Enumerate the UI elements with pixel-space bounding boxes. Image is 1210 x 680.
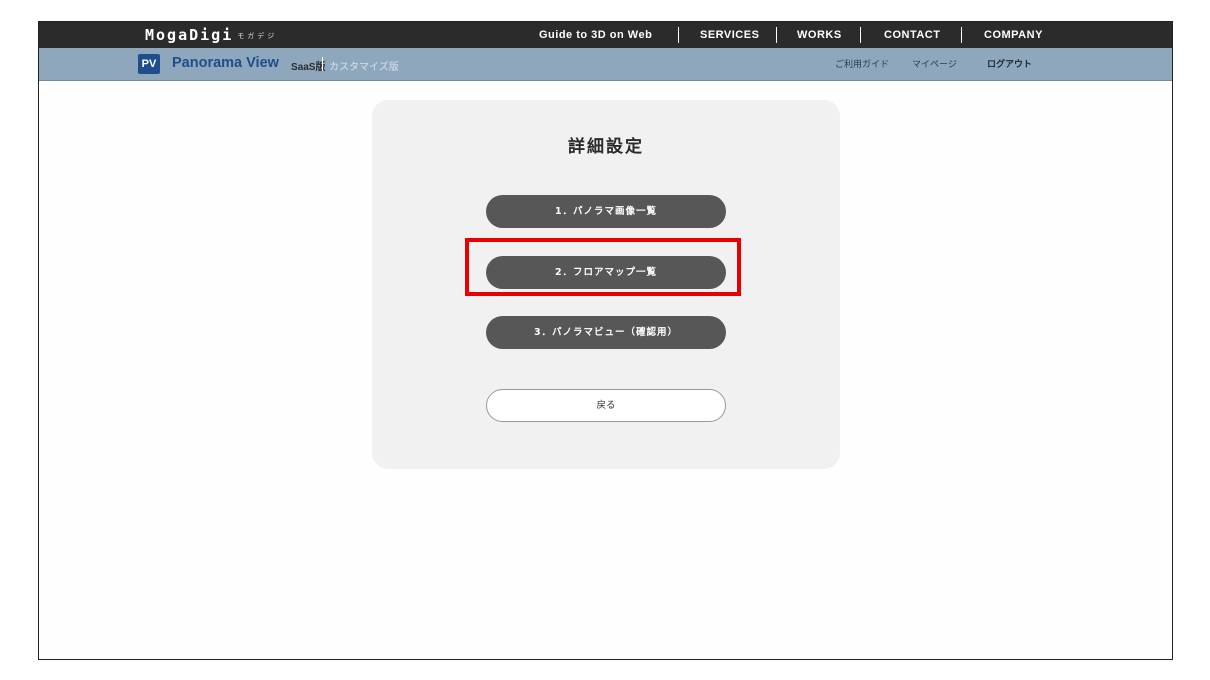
product-title[interactable]: Panorama View (172, 55, 279, 71)
browser-frame: MogaDigi モガデジ Guide to 3D on Web SERVICES… (38, 21, 1173, 660)
edition-divider (322, 57, 323, 71)
mogadigi-logo[interactable]: MogaDigi モガデジ (145, 26, 277, 44)
logo-subtext: モガデジ (237, 31, 278, 40)
page-title: 詳細設定 (568, 137, 644, 157)
logo-text: MogaDigi (145, 26, 234, 44)
custom-edition-label: カスタマイズ版 (329, 62, 399, 73)
settings-panel: 詳細設定 1．パノラマ画像一覧 2．フロアマップ一覧 3．パノラマビュー（確認用… (372, 100, 840, 469)
nav-works[interactable]: WORKS (797, 22, 842, 48)
nav-divider (860, 27, 861, 43)
top-navigation-bar: MogaDigi モガデジ Guide to 3D on Web SERVICES… (39, 22, 1172, 48)
mypage-link[interactable]: マイページ (912, 57, 957, 70)
nav-services[interactable]: SERVICES (700, 22, 759, 48)
saas-edition-label: SaaS版 (291, 62, 326, 73)
logout-link[interactable]: ログアウト (987, 57, 1032, 70)
product-bar: PV Panorama View SaaS版 カスタマイズ版 ご利用ガイド マイ… (39, 48, 1172, 81)
nav-company[interactable]: COMPANY (984, 22, 1043, 48)
pv-badge-icon: PV (138, 54, 160, 74)
nav-divider (678, 27, 679, 43)
nav-divider (776, 27, 777, 43)
panorama-view-preview-button[interactable]: 3．パノラマビュー（確認用） (486, 316, 726, 349)
nav-contact[interactable]: CONTACT (884, 22, 940, 48)
panorama-image-list-button[interactable]: 1．パノラマ画像一覧 (486, 195, 726, 228)
nav-divider (961, 27, 962, 43)
floor-map-list-button[interactable]: 2．フロアマップ一覧 (486, 256, 726, 289)
usage-guide-link[interactable]: ご利用ガイド (835, 57, 889, 70)
back-button[interactable]: 戻る (486, 389, 726, 422)
nav-guide-to-3d[interactable]: Guide to 3D on Web (539, 22, 652, 48)
